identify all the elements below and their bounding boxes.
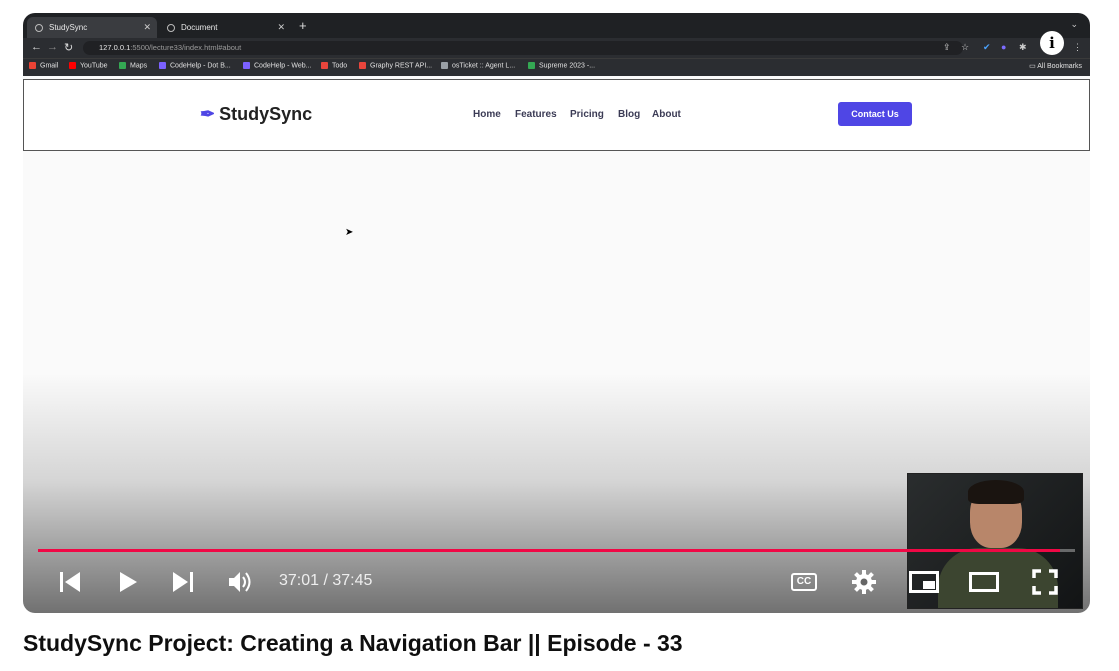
captions-icon: CC bbox=[791, 573, 817, 591]
puzzle-icon: ✱ bbox=[1019, 42, 1027, 52]
bookmark-osticket: osTicket :: Agent L... bbox=[441, 62, 515, 69]
url-host: 127.0.0.1 bbox=[99, 43, 131, 52]
nav-link-home: Home bbox=[473, 109, 501, 120]
presenter-hair bbox=[968, 480, 1024, 504]
captions-button[interactable]: CC bbox=[789, 566, 819, 598]
info-icon[interactable]: i bbox=[1040, 31, 1064, 55]
progress-fill bbox=[38, 549, 1061, 552]
contact-us-button: Contact Us bbox=[838, 102, 912, 126]
time-display: 37:01 / 37:45 bbox=[279, 572, 373, 589]
nav-link-blog: Blog bbox=[618, 109, 641, 120]
miniplayer-button[interactable] bbox=[907, 566, 941, 598]
close-tab-icon: ✕ bbox=[143, 22, 151, 32]
gear-icon bbox=[852, 570, 876, 594]
site-logo: ✒ StudySync bbox=[200, 104, 312, 125]
extension-icon: ✔ bbox=[983, 42, 991, 52]
browser-toolbar: ← → ↻ 127.0.0.1:5500/lecture33/index.htm… bbox=[23, 38, 1090, 58]
bookmark-gmail: Gmail bbox=[29, 62, 58, 69]
browser-tab-document: Document ✕ bbox=[159, 17, 291, 38]
address-bar: 127.0.0.1:5500/lecture33/index.html#abou… bbox=[83, 41, 963, 55]
logo-text: StudySync bbox=[219, 104, 313, 124]
nav-link-features: Features bbox=[515, 109, 557, 120]
pen-nib-icon: ✒ bbox=[200, 104, 216, 124]
all-bookmarks: ▭ All Bookmarks bbox=[1029, 63, 1082, 70]
miniplayer-icon bbox=[909, 571, 939, 593]
tab-title: Document bbox=[181, 23, 218, 32]
browser-tab-bar: StudySync ✕ Document ✕ + ⌄ bbox=[23, 13, 1090, 38]
skip-next-icon bbox=[173, 572, 193, 592]
bookmark-supreme: Supreme 2023 -... bbox=[528, 62, 595, 69]
play-icon bbox=[120, 572, 137, 592]
forward-arrow-icon: → bbox=[47, 41, 58, 53]
nav-link-pricing: Pricing bbox=[570, 109, 604, 120]
url-path: :5500/lecture33/index.html#about bbox=[130, 43, 242, 52]
theater-mode-icon bbox=[969, 572, 999, 592]
globe-icon bbox=[35, 23, 43, 32]
back-arrow-icon: ← bbox=[31, 41, 42, 53]
bookmark-graphy: Graphy REST API... bbox=[359, 62, 432, 69]
theater-mode-button[interactable] bbox=[967, 566, 1001, 598]
play-button[interactable] bbox=[113, 566, 143, 598]
browser-tab-studysync: StudySync ✕ bbox=[27, 17, 157, 38]
settings-button[interactable] bbox=[848, 566, 880, 598]
close-tab-icon: ✕ bbox=[277, 22, 285, 32]
bookmark-codehelp-web: CodeHelp - Web... bbox=[243, 62, 311, 69]
bookmark-maps: Maps bbox=[119, 62, 147, 69]
mouse-cursor-icon: ➤ bbox=[345, 227, 354, 238]
fullscreen-button[interactable] bbox=[1028, 566, 1062, 598]
bookmark-todo: Todo bbox=[321, 62, 347, 69]
video-player[interactable]: StudySync ✕ Document ✕ + ⌄ ← → ↻ 127.0.0… bbox=[23, 13, 1090, 613]
next-button[interactable] bbox=[168, 566, 198, 598]
more-vert-icon: ⋮ bbox=[1073, 42, 1082, 52]
reload-icon: ↻ bbox=[64, 42, 74, 54]
previous-button[interactable] bbox=[55, 566, 85, 598]
extension-icon: ● bbox=[1001, 42, 1007, 52]
volume-button[interactable] bbox=[225, 566, 257, 598]
bookmarks-bar: Gmail YouTube Maps CodeHelp - Dot B... C… bbox=[23, 58, 1090, 76]
chevron-down-icon: ⌄ bbox=[1070, 19, 1078, 29]
progress-bar[interactable] bbox=[38, 549, 1075, 552]
tab-title: StudySync bbox=[49, 23, 88, 32]
globe-icon bbox=[167, 23, 175, 32]
bookmark-youtube: YouTube bbox=[69, 62, 108, 69]
new-tab-icon: + bbox=[299, 18, 307, 33]
star-icon: ☆ bbox=[961, 42, 970, 52]
fullscreen-icon bbox=[1032, 569, 1058, 595]
nav-link-about: About bbox=[652, 109, 681, 120]
volume-icon bbox=[229, 572, 251, 592]
video-title: StudySync Project: Creating a Navigation… bbox=[23, 630, 683, 656]
site-navbar: ✒ StudySync Home Features Pricing Blog A… bbox=[23, 79, 1090, 151]
skip-previous-icon bbox=[60, 572, 80, 592]
share-icon: ⇪ bbox=[943, 42, 951, 52]
bookmark-codehelp-dot: CodeHelp - Dot B... bbox=[159, 62, 231, 69]
